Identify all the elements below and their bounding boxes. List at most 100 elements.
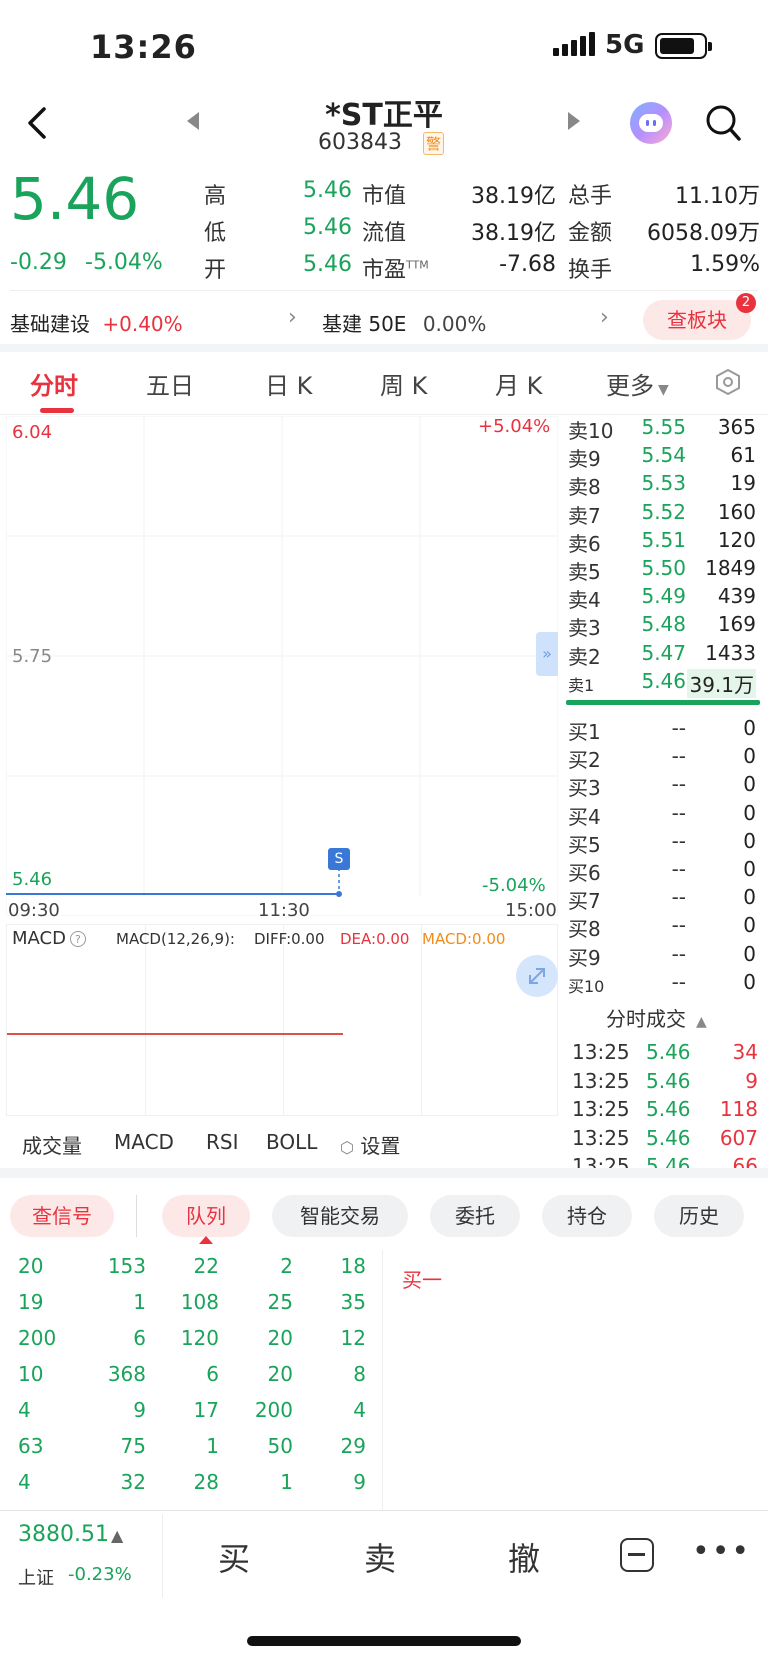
sector-1-change: +0.40% (102, 312, 183, 336)
tab-history[interactable]: 历史 (654, 1195, 744, 1237)
ask-row[interactable]: 卖7 5.52 160 (568, 500, 758, 528)
stat-value: 1.59% (690, 252, 760, 277)
next-stock-icon[interactable] (568, 112, 580, 130)
tab-five-day[interactable]: 五日 (146, 366, 194, 401)
queue-cell: 6 (133, 1326, 146, 1350)
cancel-button[interactable]: 撤 (508, 1534, 540, 1580)
search-icon[interactable] (705, 104, 741, 142)
macd-label[interactable]: MACD? (12, 928, 86, 949)
divider (10, 290, 758, 291)
buy-button[interactable]: 买 (218, 1534, 250, 1580)
trade-volume: 9 (745, 1068, 758, 1093)
queue-cell: 6 (206, 1362, 219, 1386)
level-price: -- (671, 969, 686, 994)
network-label: 5G (605, 30, 645, 60)
level-volume: 0 (743, 941, 756, 966)
indicator-boll[interactable]: BOLL (266, 1130, 317, 1154)
ask-row[interactable]: 卖5 5.50 1849 (568, 556, 758, 584)
assistant-bot-icon[interactable] (630, 102, 672, 144)
tab-more[interactable]: 更多 ▼ (606, 366, 669, 401)
ask-row[interactable]: 卖2 5.47 1433 (568, 641, 758, 669)
indicator-macd[interactable]: MACD (114, 1130, 174, 1154)
trade-time: 13:25 (572, 1040, 630, 1064)
intraday-chart[interactable] (6, 416, 558, 916)
status-time: 13:26 (90, 28, 197, 66)
indicator-settings[interactable]: ⬡ 设置 (340, 1130, 400, 1159)
bid-row[interactable]: 买8 -- 0 (568, 913, 758, 941)
bid-row[interactable]: 买1 -- 0 (568, 716, 758, 744)
tab-orders[interactable]: 委托 (430, 1195, 520, 1237)
tab-signal[interactable]: 查信号 (10, 1195, 114, 1237)
trade-row: 13:25 5.46 34 (568, 1040, 758, 1068)
trades-title[interactable]: 分时成交 ▲ (606, 1003, 707, 1032)
ask-row[interactable]: 卖4 5.49 439 (568, 584, 758, 612)
signal-icon (553, 32, 598, 56)
ask-row[interactable]: 卖3 5.48 169 (568, 612, 758, 640)
level-price: -- (671, 941, 686, 966)
bid-row[interactable]: 买4 -- 0 (568, 801, 758, 829)
board-button[interactable]: 查板块 (643, 300, 751, 340)
stat-label: 总手 (568, 184, 613, 209)
dropdown-icon: ▼ (658, 382, 669, 398)
trade-volume: 118 (719, 1097, 758, 1121)
x-label-noon: 11:30 (258, 900, 310, 921)
ask-row[interactable]: 卖8 5.53 19 (568, 471, 758, 499)
macd-zero-line (7, 1033, 343, 1035)
collapse-panel-icon[interactable] (620, 1538, 654, 1572)
ask-row[interactable]: 卖1 5.46 39.1万 (568, 668, 758, 698)
battery-icon (655, 33, 712, 59)
bid-row[interactable]: 买9 -- 0 (568, 942, 758, 970)
tab-monthly-k[interactable]: 月 K (495, 366, 542, 401)
divider (162, 1514, 163, 1598)
trade-time: 13:25 (572, 1097, 630, 1121)
index-value[interactable]: 3880.51 ▲ (18, 1522, 123, 1547)
queue-cell: 9 (133, 1398, 146, 1422)
tab-daily-k[interactable]: 日 K (265, 366, 312, 401)
macd-value: MACD:0.00 (422, 930, 506, 948)
fullscreen-icon[interactable] (516, 955, 558, 997)
divider (382, 1250, 383, 1510)
ask-row[interactable]: 卖6 5.51 120 (568, 528, 758, 556)
bid-row[interactable]: 买3 -- 0 (568, 772, 758, 800)
bid-row[interactable]: 买6 -- 0 (568, 857, 758, 885)
chart-settings-icon[interactable] (714, 368, 742, 396)
tab-positions[interactable]: 持仓 (542, 1195, 632, 1237)
tab-weekly-k[interactable]: 周 K (380, 366, 427, 401)
tab-smart-trade[interactable]: 智能交易 (272, 1195, 408, 1237)
tab-intraday[interactable]: 分时 (30, 366, 78, 401)
ask-row[interactable]: 卖9 5.54 61 (568, 443, 758, 471)
queue-cell: 32 (120, 1470, 146, 1494)
indicator-volume[interactable]: 成交量 (22, 1130, 82, 1159)
s-marker[interactable]: S (328, 848, 350, 870)
level-label: 买9 (568, 945, 601, 970)
queue-cell: 25 (267, 1290, 293, 1314)
home-indicator (247, 1636, 521, 1646)
expand-panel-icon[interactable]: » (536, 632, 558, 676)
trade-price: 5.46 (646, 1068, 691, 1093)
queue-row: 10 368 6 20 8 (0, 1362, 380, 1396)
ask-row[interactable]: 卖10 5.55 365 (568, 415, 758, 443)
active-tab-indicator (40, 408, 74, 413)
bid-row[interactable]: 买10 -- 0 (568, 970, 758, 998)
pct-bottom-label: -5.04% (482, 875, 546, 896)
level-label: 买2 (568, 748, 601, 773)
queue-cell: 1 (133, 1290, 146, 1314)
tab-queue[interactable]: 队列 (162, 1195, 250, 1237)
more-icon[interactable]: ••• (692, 1537, 751, 1567)
sell-button[interactable]: 卖 (364, 1534, 396, 1580)
level-label: 卖10 (568, 419, 614, 443)
indicator-rsi[interactable]: RSI (206, 1130, 239, 1154)
bid-row[interactable]: 买5 -- 0 (568, 829, 758, 857)
bid-row[interactable]: 买7 -- 0 (568, 885, 758, 913)
bid-row[interactable]: 买2 -- 0 (568, 744, 758, 772)
sector-2[interactable]: 基建 50E 0.00% (322, 308, 486, 337)
trade-volume: 607 (719, 1125, 758, 1150)
current-price: 5.46 (10, 165, 140, 233)
status-bar: 13:26 5G (0, 0, 768, 90)
price-change-pct: -5.04% (85, 250, 163, 275)
sector-1[interactable]: 基础建设 +0.40% (10, 308, 183, 337)
queue-cell: 8 (353, 1362, 366, 1386)
sector-2-name: 基建 50E (322, 312, 407, 336)
level-volume: 365 (717, 415, 756, 439)
macd-panel[interactable] (6, 924, 558, 1116)
